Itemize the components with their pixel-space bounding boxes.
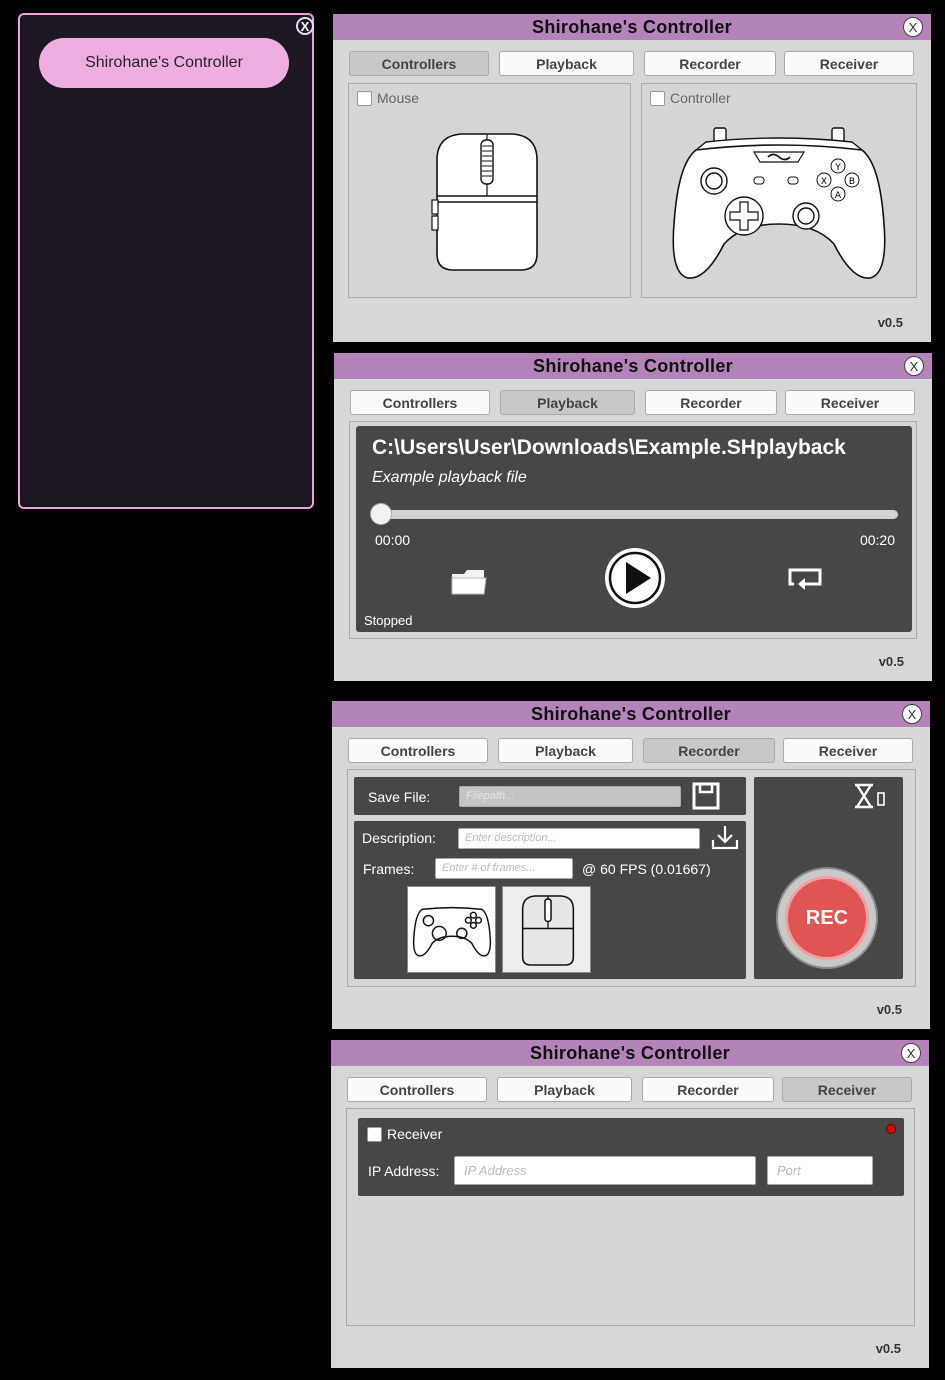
version-label: v0.5 (877, 315, 903, 330)
version-label: v0.5 (878, 654, 904, 669)
record-button[interactable]: REC (776, 867, 878, 969)
mouse-icon (431, 133, 538, 271)
window-title: Shirohane's Controller (331, 1040, 929, 1066)
playback-total-time: 00:20 (859, 532, 895, 548)
tab-playback[interactable]: Playback (500, 390, 635, 415)
recorder-window: Shirohane's Controller X Controllers Pla… (332, 701, 930, 1029)
receiver-settings: Receiver IP Address: IP Address Port (358, 1118, 904, 1196)
loop-icon[interactable] (786, 566, 824, 596)
mouse-panel: Mouse (348, 83, 631, 298)
controllers-window: Shirohane's Controller X Controllers Pla… (333, 14, 931, 342)
playback-display: C:\Users\User\Downloads\Example.SHplayba… (356, 426, 912, 632)
tab-controllers[interactable]: Controllers (349, 51, 489, 76)
controller-checkbox[interactable] (650, 90, 665, 106)
svg-text:A: A (835, 191, 842, 201)
mouse-label: Mouse (377, 90, 420, 106)
tab-recorder[interactable]: Recorder (642, 1077, 774, 1102)
tab-recorder[interactable]: Recorder (644, 51, 776, 76)
tab-bar: Controllers Playback Recorder Receiver (349, 51, 915, 77)
window-title-text: Shirohane's Controller (531, 703, 731, 724)
receiver-checkbox[interactable] (367, 1126, 382, 1142)
fps-label: @ 60 FPS (0.01667) (582, 861, 711, 877)
filepath-input[interactable]: Filepath... (459, 786, 681, 807)
window-title-text: Shirohane's Controller (533, 355, 733, 376)
tab-bar: Controllers Playback Recorder Receiver (348, 738, 914, 764)
tab-recorder[interactable]: Recorder (645, 390, 777, 415)
record-button-label: REC (785, 876, 869, 960)
tab-receiver[interactable]: Receiver (782, 1077, 912, 1102)
svg-text:X: X (821, 177, 827, 187)
playback-file-path: C:\Users\User\Downloads\Example.SHplayba… (372, 436, 846, 459)
window-title: Shirohane's Controller (334, 353, 932, 379)
close-button[interactable]: X (904, 356, 924, 376)
mouse-checkbox[interactable] (357, 90, 372, 106)
controller-panel: Controller Y X B A (641, 83, 917, 298)
timer-icon[interactable] (852, 783, 888, 809)
close-button[interactable]: X (902, 704, 922, 724)
launch-controller-button[interactable]: Shirohane's Controller (39, 38, 289, 88)
save-file-row: Save File: Filepath... (354, 777, 746, 815)
receiver-label: Receiver (387, 1126, 443, 1142)
controller-thumbnail[interactable] (407, 886, 496, 973)
svg-text:Y: Y (834, 163, 841, 173)
controller-label: Controller (670, 90, 731, 106)
ip-address-label: IP Address: (368, 1163, 440, 1179)
version-label: v0.5 (875, 1341, 901, 1356)
launcher-close-button[interactable]: X (296, 17, 314, 35)
tab-bar: Controllers Playback Recorder Receiver (347, 1077, 913, 1103)
port-input[interactable]: Port (767, 1156, 873, 1185)
receiver-window: Shirohane's Controller X Controllers Pla… (331, 1040, 929, 1368)
window-title-text: Shirohane's Controller (532, 16, 732, 37)
frames-input[interactable]: Enter # of frames... (435, 858, 573, 879)
description-label: Description: (362, 830, 436, 846)
controller-toggle[interactable]: Controller (650, 90, 731, 106)
tab-bar: Controllers Playback Recorder Receiver (350, 390, 916, 416)
tab-receiver[interactable]: Receiver (784, 51, 914, 76)
mouse-thumbnail[interactable] (502, 886, 591, 973)
window-title-text: Shirohane's Controller (530, 1042, 730, 1063)
launcher-panel: X Shirohane's Controller (18, 13, 314, 509)
tab-controllers[interactable]: Controllers (348, 738, 488, 763)
playback-window: Shirohane's Controller X Controllers Pla… (334, 353, 932, 681)
description-input[interactable]: Enter description... (458, 828, 700, 849)
tab-recorder[interactable]: Recorder (643, 738, 775, 763)
record-control-panel: REC (754, 777, 903, 979)
ip-address-input[interactable]: IP Address (454, 1156, 756, 1185)
receiver-toggle[interactable]: Receiver (367, 1126, 442, 1142)
tab-receiver[interactable]: Receiver (785, 390, 915, 415)
play-button-icon[interactable] (604, 547, 666, 609)
mouse-icon (521, 895, 575, 966)
playback-status: Stopped (364, 613, 413, 628)
save-file-label: Save File: (368, 789, 431, 805)
open-folder-icon[interactable] (450, 566, 488, 596)
gamepad-icon (412, 906, 492, 957)
download-icon[interactable] (710, 823, 740, 851)
recording-settings: Description: Enter description... Frames… (354, 821, 746, 979)
tab-controllers[interactable]: Controllers (347, 1077, 487, 1102)
close-button[interactable]: X (901, 1043, 921, 1063)
tab-playback[interactable]: Playback (497, 1077, 632, 1102)
close-button[interactable]: X (903, 17, 923, 37)
window-title: Shirohane's Controller (333, 14, 931, 40)
mouse-toggle[interactable]: Mouse (357, 90, 419, 106)
version-label: v0.5 (876, 1002, 902, 1017)
playback-description: Example playback file (372, 469, 527, 486)
playback-current-time: 00:00 (375, 532, 411, 548)
tab-playback[interactable]: Playback (498, 738, 633, 763)
connection-status-indicator (886, 1124, 896, 1134)
gamepad-icon: Y X B A (672, 127, 886, 279)
frames-label: Frames: (363, 861, 415, 877)
tab-receiver[interactable]: Receiver (783, 738, 913, 763)
svg-text:B: B (849, 177, 855, 187)
tab-playback[interactable]: Playback (499, 51, 634, 76)
save-icon[interactable] (692, 782, 720, 810)
tab-controllers[interactable]: Controllers (350, 390, 490, 415)
window-title: Shirohane's Controller (332, 701, 930, 727)
playback-seek-handle[interactable] (370, 503, 392, 525)
playback-seek-track[interactable] (376, 510, 898, 519)
